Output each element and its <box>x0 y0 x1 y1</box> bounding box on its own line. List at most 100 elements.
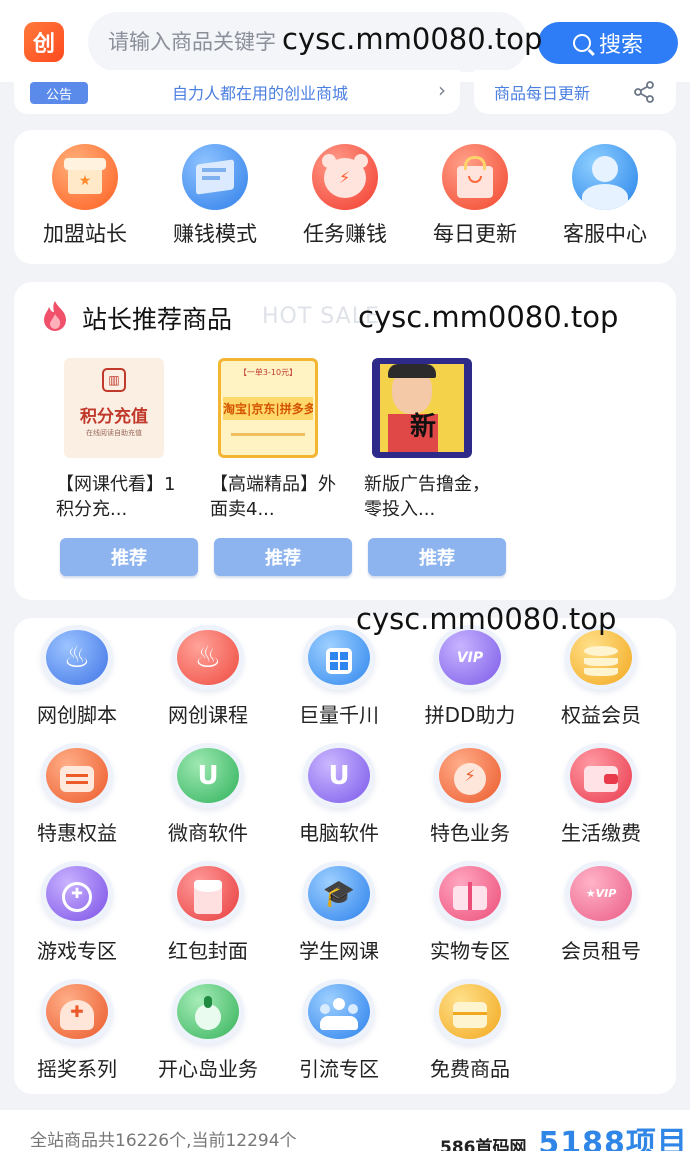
coin-stack-icon <box>570 630 632 685</box>
flame-red-icon: ♨ <box>177 630 239 685</box>
product-title[interactable]: 新版广告撸金，零投入... <box>364 472 492 522</box>
category-label: 游戏专区 <box>37 939 117 963</box>
category-item[interactable]: 特惠权益 <box>14 736 140 846</box>
category-label: 红包封面 <box>168 939 248 963</box>
recommend-title: 站长推荐商品 <box>82 305 233 334</box>
book-icon <box>182 144 248 210</box>
notice-badge: 公告 <box>30 82 88 104</box>
graduation-cap-icon: 🎓 <box>308 866 370 921</box>
category-label: 巨量千川 <box>299 703 379 727</box>
search-button[interactable]: 搜索 <box>538 22 678 64</box>
product-image-text: 积分充值 <box>80 407 148 427</box>
category-item[interactable]: ♨ 网创脚本 <box>14 618 140 728</box>
product-card[interactable]: 【一单3-10元】 淘宝|京东|拼多多 【高端精品】外面卖4... 推荐 <box>198 358 352 578</box>
quick-nav-task[interactable]: ⚡ 任务赚钱 <box>285 144 405 254</box>
recommend-button[interactable]: 推荐 <box>368 538 506 576</box>
shop-icon: ★ <box>52 144 118 210</box>
category-grid: ♨ 网创脚本 ♨ 网创课程 巨量千川 VIP 拼DD助力 权益会员 特惠权益 U… <box>14 618 676 1094</box>
category-item[interactable]: U 电脑软件 <box>276 736 402 846</box>
wallet-icon <box>570 748 632 803</box>
alarm-clock-icon: ⚡ <box>439 748 501 803</box>
product-card[interactable]: ▥ 积分充值 在线阅读自助充值 【网课代看】1积分充... 推荐 <box>44 358 198 578</box>
product-image-subtext: 【一单3-10元】 <box>238 368 298 377</box>
fire-icon <box>44 301 66 331</box>
product-image-text: 新 <box>410 412 437 442</box>
gift-box-icon <box>439 866 501 921</box>
search-button-label: 搜索 <box>598 33 643 58</box>
grid-app-icon <box>308 630 370 685</box>
product-image: 【一单3-10元】 淘宝|京东|拼多多 <box>218 358 318 458</box>
category-label: 权益会员 <box>561 703 641 727</box>
category-item[interactable]: ✚ 游戏专区 <box>14 854 140 964</box>
product-card[interactable]: 新 新版广告撸金，零投入... 推荐 <box>352 358 506 578</box>
category-item[interactable]: ✚ 摇奖系列 <box>14 972 140 1082</box>
category-label: 网创脚本 <box>37 703 117 727</box>
daily-update-bar[interactable]: 商品每日更新 <box>474 70 676 114</box>
people-group-icon <box>308 984 370 1039</box>
product-image: ▥ 积分充值 在线阅读自助充值 <box>64 358 164 458</box>
notice-bar[interactable]: 公告 自力人都在用的创业商城 › <box>14 70 460 114</box>
daily-update-text: 商品每日更新 <box>494 84 591 103</box>
category-label: 特色业务 <box>430 821 510 845</box>
category-label: 实物专区 <box>430 939 510 963</box>
url-watermark: cysc.mm0080.top <box>358 300 619 334</box>
url-watermark: cysc.mm0080.top <box>356 602 617 636</box>
turnip-icon <box>177 984 239 1039</box>
category-label: 网创课程 <box>168 703 248 727</box>
quick-nav-label: 加盟站长 <box>43 222 127 246</box>
category-item[interactable]: ⚡ 特色业务 <box>407 736 533 846</box>
category-label: 引流专区 <box>299 1057 379 1081</box>
lottery-icon: ✚ <box>46 984 108 1039</box>
category-label: 电脑软件 <box>299 821 379 845</box>
category-item[interactable]: 引流专区 <box>276 972 402 1082</box>
url-watermark: cysc.mm0080.top <box>282 22 543 56</box>
product-image-text: 淘宝|京东|拼多多 <box>223 397 313 420</box>
quick-nav-earn-mode[interactable]: 赚钱模式 <box>155 144 275 254</box>
vip-crown-icon: VIP <box>439 630 501 685</box>
category-item[interactable]: 🎓 学生网课 <box>276 854 402 964</box>
gift-bag-icon <box>442 144 508 210</box>
quick-nav-label: 客服中心 <box>563 222 647 246</box>
quick-nav-join[interactable]: ★ 加盟站长 <box>25 144 145 254</box>
category-label: 拼DD助力 <box>424 703 516 727</box>
gamepad-icon: ✚ <box>46 866 108 921</box>
product-title[interactable]: 【网课代看】1积分充... <box>56 472 184 522</box>
category-item[interactable]: 免费商品 <box>407 972 533 1082</box>
search-icon <box>572 34 591 52</box>
flame-blue-icon: ♨ <box>46 630 108 685</box>
product-image: 新 <box>372 358 472 458</box>
quick-nav-label: 赚钱模式 <box>173 222 257 246</box>
category-label: 生活缴费 <box>561 821 641 845</box>
bear-icon: ⚡ <box>312 144 378 210</box>
category-item[interactable]: 实物专区 <box>407 854 533 964</box>
category-label: 免费商品 <box>430 1057 510 1081</box>
category-item[interactable]: U 微商软件 <box>145 736 271 846</box>
quick-nav-daily[interactable]: 每日更新 <box>415 144 535 254</box>
brand-small-text: 586首码网 <box>440 1138 527 1151</box>
book-icon: ▥ <box>102 368 126 392</box>
site-watermark: 586首码网 5188项目网 <box>440 1118 690 1151</box>
search-input[interactable] <box>108 12 288 72</box>
quick-nav: ★ 加盟站长 赚钱模式 ⚡ 任务赚钱 每日更新 客服中心 <box>14 130 676 264</box>
quick-nav-label: 每日更新 <box>433 222 517 246</box>
app-logo[interactable]: 创 <box>24 22 64 62</box>
category-item[interactable]: 红包封面 <box>145 854 271 964</box>
recommend-button[interactable]: 推荐 <box>214 538 352 576</box>
u-bag-purple-icon: U <box>308 748 370 803</box>
product-title[interactable]: 【高端精品】外面卖4... <box>210 472 338 522</box>
category-label: 微商软件 <box>168 821 248 845</box>
category-item[interactable]: 生活缴费 <box>538 736 664 846</box>
notice-text: 自力人都在用的创业商城 <box>172 84 349 103</box>
category-item[interactable]: ★VIP 会员租号 <box>538 854 664 964</box>
share-icon[interactable] <box>632 80 656 104</box>
category-item[interactable]: ♨ 网创课程 <box>145 618 271 728</box>
product-image-subtext: 在线阅读自助充值 <box>86 429 142 437</box>
category-item[interactable]: 开心岛业务 <box>145 972 271 1082</box>
quick-nav-support[interactable]: 客服中心 <box>545 144 665 254</box>
ticket-icon <box>46 748 108 803</box>
recommend-button[interactable]: 推荐 <box>60 538 198 576</box>
category-label: 学生网课 <box>299 939 379 963</box>
u-bag-green-icon: U <box>177 748 239 803</box>
category-label: 会员租号 <box>561 939 641 963</box>
brand-big-text: 5188项目网 <box>538 1126 690 1151</box>
